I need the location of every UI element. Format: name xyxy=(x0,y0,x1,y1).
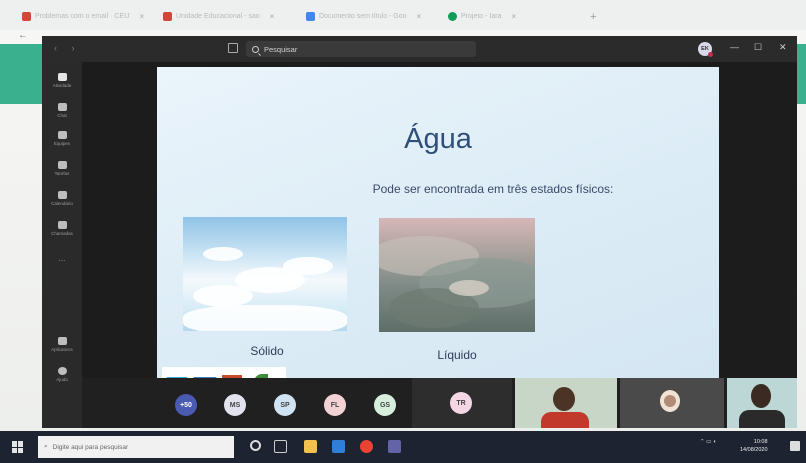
browser-tab[interactable]: Documento sem título - Goo × xyxy=(306,9,421,23)
browser-tab-label: Problemas com o email · CEIJ xyxy=(35,12,130,20)
rail-item-chat[interactable]: Chat xyxy=(42,96,82,124)
participant-tile[interactable]: TR xyxy=(412,378,512,428)
solid-water-image xyxy=(183,217,347,331)
close-icon[interactable]: × xyxy=(270,12,275,21)
calendar-icon xyxy=(57,190,67,199)
avatar[interactable]: EK xyxy=(698,42,713,57)
status-dot xyxy=(708,52,713,57)
rail-label: Equipes xyxy=(53,140,71,146)
close-icon[interactable]: × xyxy=(417,12,422,21)
rail-item-help[interactable]: Ajuda xyxy=(42,360,82,388)
browser-tab-strip: Problemas com o email · CEIJ × Unidade E… xyxy=(0,0,806,30)
gmail-icon xyxy=(22,11,31,21)
back-arrow-icon[interactable]: ← xyxy=(18,30,28,41)
participant-video[interactable] xyxy=(620,378,724,428)
participant-avatar[interactable]: MS xyxy=(224,394,246,416)
liquid-water-image xyxy=(379,218,535,332)
rail-label: Chamadas xyxy=(51,230,73,236)
phone-icon xyxy=(57,220,67,229)
browser-tab[interactable]: Unidade Educacional - sao × xyxy=(163,9,274,23)
chrome-icon[interactable] xyxy=(360,440,373,453)
compose-icon[interactable] xyxy=(228,43,238,53)
more-participants-button[interactable]: +50 xyxy=(175,394,197,416)
participants-bar: +50 MS SP FL GS TR xyxy=(82,378,797,428)
rail-label: Aplicativos xyxy=(51,346,73,352)
participant-avatar[interactable]: GS xyxy=(374,394,396,416)
maximize-icon[interactable]: ☐ xyxy=(754,42,762,53)
slide-subtitle: Pode ser encontrada em três estados físi… xyxy=(372,182,614,196)
gmail-icon xyxy=(163,11,172,21)
apps-icon xyxy=(57,336,67,345)
taskbar-search-input[interactable]: ⌕ Digite aqui para pesquisar xyxy=(38,436,234,458)
participant-avatar: TR xyxy=(450,392,472,414)
windows-start-icon[interactable] xyxy=(12,441,24,453)
participant-video[interactable] xyxy=(727,378,797,428)
windows-taskbar: ⌕ Digite aqui para pesquisar ⌃ ▭ ◖ 10:08… xyxy=(0,431,806,463)
assignments-icon xyxy=(57,160,67,169)
chat-icon xyxy=(57,102,67,111)
rail-label: Tarefas xyxy=(54,170,70,176)
clock-date: 14/08/2020 xyxy=(740,447,768,453)
close-icon[interactable]: ✕ xyxy=(779,42,787,53)
store-icon[interactable] xyxy=(332,440,345,453)
rail-item-more[interactable]: ... xyxy=(42,244,82,272)
app-rail: Atividade Chat Equipes Tarefas Calendári… xyxy=(42,62,82,428)
new-tab-button[interactable]: + xyxy=(590,11,596,23)
browser-tab[interactable]: Problemas com o email · CEIJ × xyxy=(22,9,144,23)
file-explorer-icon[interactable] xyxy=(304,440,317,453)
notification-icon[interactable] xyxy=(790,441,800,451)
participant-avatar[interactable]: FL xyxy=(324,394,346,416)
browser-tab[interactable]: Projeto - Iara × xyxy=(448,9,516,23)
slide-title: Água xyxy=(404,123,472,155)
search-icon: ⌕ xyxy=(44,443,48,450)
task-view-icon[interactable] xyxy=(274,440,287,453)
participant-video[interactable] xyxy=(515,378,617,428)
rail-item-apps[interactable]: Aplicativos xyxy=(42,330,82,358)
search-input[interactable]: Pesquisar xyxy=(246,41,476,57)
cortana-icon[interactable] xyxy=(250,440,261,451)
avatar-initials: EK xyxy=(701,46,709,52)
rail-item-calendar[interactable]: Calendário xyxy=(42,184,82,212)
search-placeholder: Pesquisar xyxy=(264,44,298,54)
screen: Problemas com o email · CEIJ × Unidade E… xyxy=(0,0,806,463)
shared-screen: Água Pode ser encontrada em três estados… xyxy=(82,62,797,383)
help-icon xyxy=(57,366,67,375)
rail-label: Atividade xyxy=(52,82,72,88)
taskbar-search-placeholder: Digite aqui para pesquisar xyxy=(52,443,129,451)
docs-icon xyxy=(306,11,315,21)
search-icon xyxy=(252,45,259,53)
rail-item-assignments[interactable]: Tarefas xyxy=(42,154,82,182)
caption-solid: Sólido xyxy=(250,344,284,358)
project-icon xyxy=(448,11,457,21)
rail-item-teams[interactable]: Equipes xyxy=(42,124,82,152)
rail-label: Ajuda xyxy=(56,376,68,382)
teams-icon xyxy=(57,130,67,139)
caption-liquid: Líquido xyxy=(437,348,477,362)
system-tray[interactable]: ⌃ ▭ ◖ xyxy=(700,439,716,445)
clock[interactable]: 10:08 14/08/2020 xyxy=(740,438,768,454)
close-icon[interactable]: × xyxy=(511,12,516,21)
participant-avatar[interactable]: SP xyxy=(274,394,296,416)
presentation-slide: Água Pode ser encontrada em três estados… xyxy=(157,67,719,383)
rail-label: Chat xyxy=(57,112,67,118)
browser-tab-label: Projeto - Iara xyxy=(461,12,502,20)
browser-tab-label: Documento sem título - Goo xyxy=(319,12,407,20)
rail-item-activity[interactable]: Atividade xyxy=(42,66,82,94)
rail-item-calls[interactable]: Chamadas xyxy=(42,214,82,242)
teams-title-bar: ‹ › Pesquisar EK — ☐ ✕ xyxy=(42,36,797,62)
nav-arrows-icon[interactable]: ‹ › xyxy=(54,43,81,53)
close-icon[interactable]: × xyxy=(140,12,145,21)
clock-time: 10:08 xyxy=(753,439,768,445)
page-banner-left xyxy=(0,44,42,104)
teams-app-icon[interactable] xyxy=(388,440,401,453)
more-icon: ... xyxy=(58,253,66,263)
bell-icon xyxy=(57,72,67,81)
minimize-icon[interactable]: — xyxy=(730,42,739,52)
browser-tab-label: Unidade Educacional - sao xyxy=(176,12,260,20)
teams-window: ‹ › Pesquisar EK — ☐ ✕ Atividade Chat Eq… xyxy=(42,36,797,428)
rail-label: Calendário xyxy=(51,200,73,206)
